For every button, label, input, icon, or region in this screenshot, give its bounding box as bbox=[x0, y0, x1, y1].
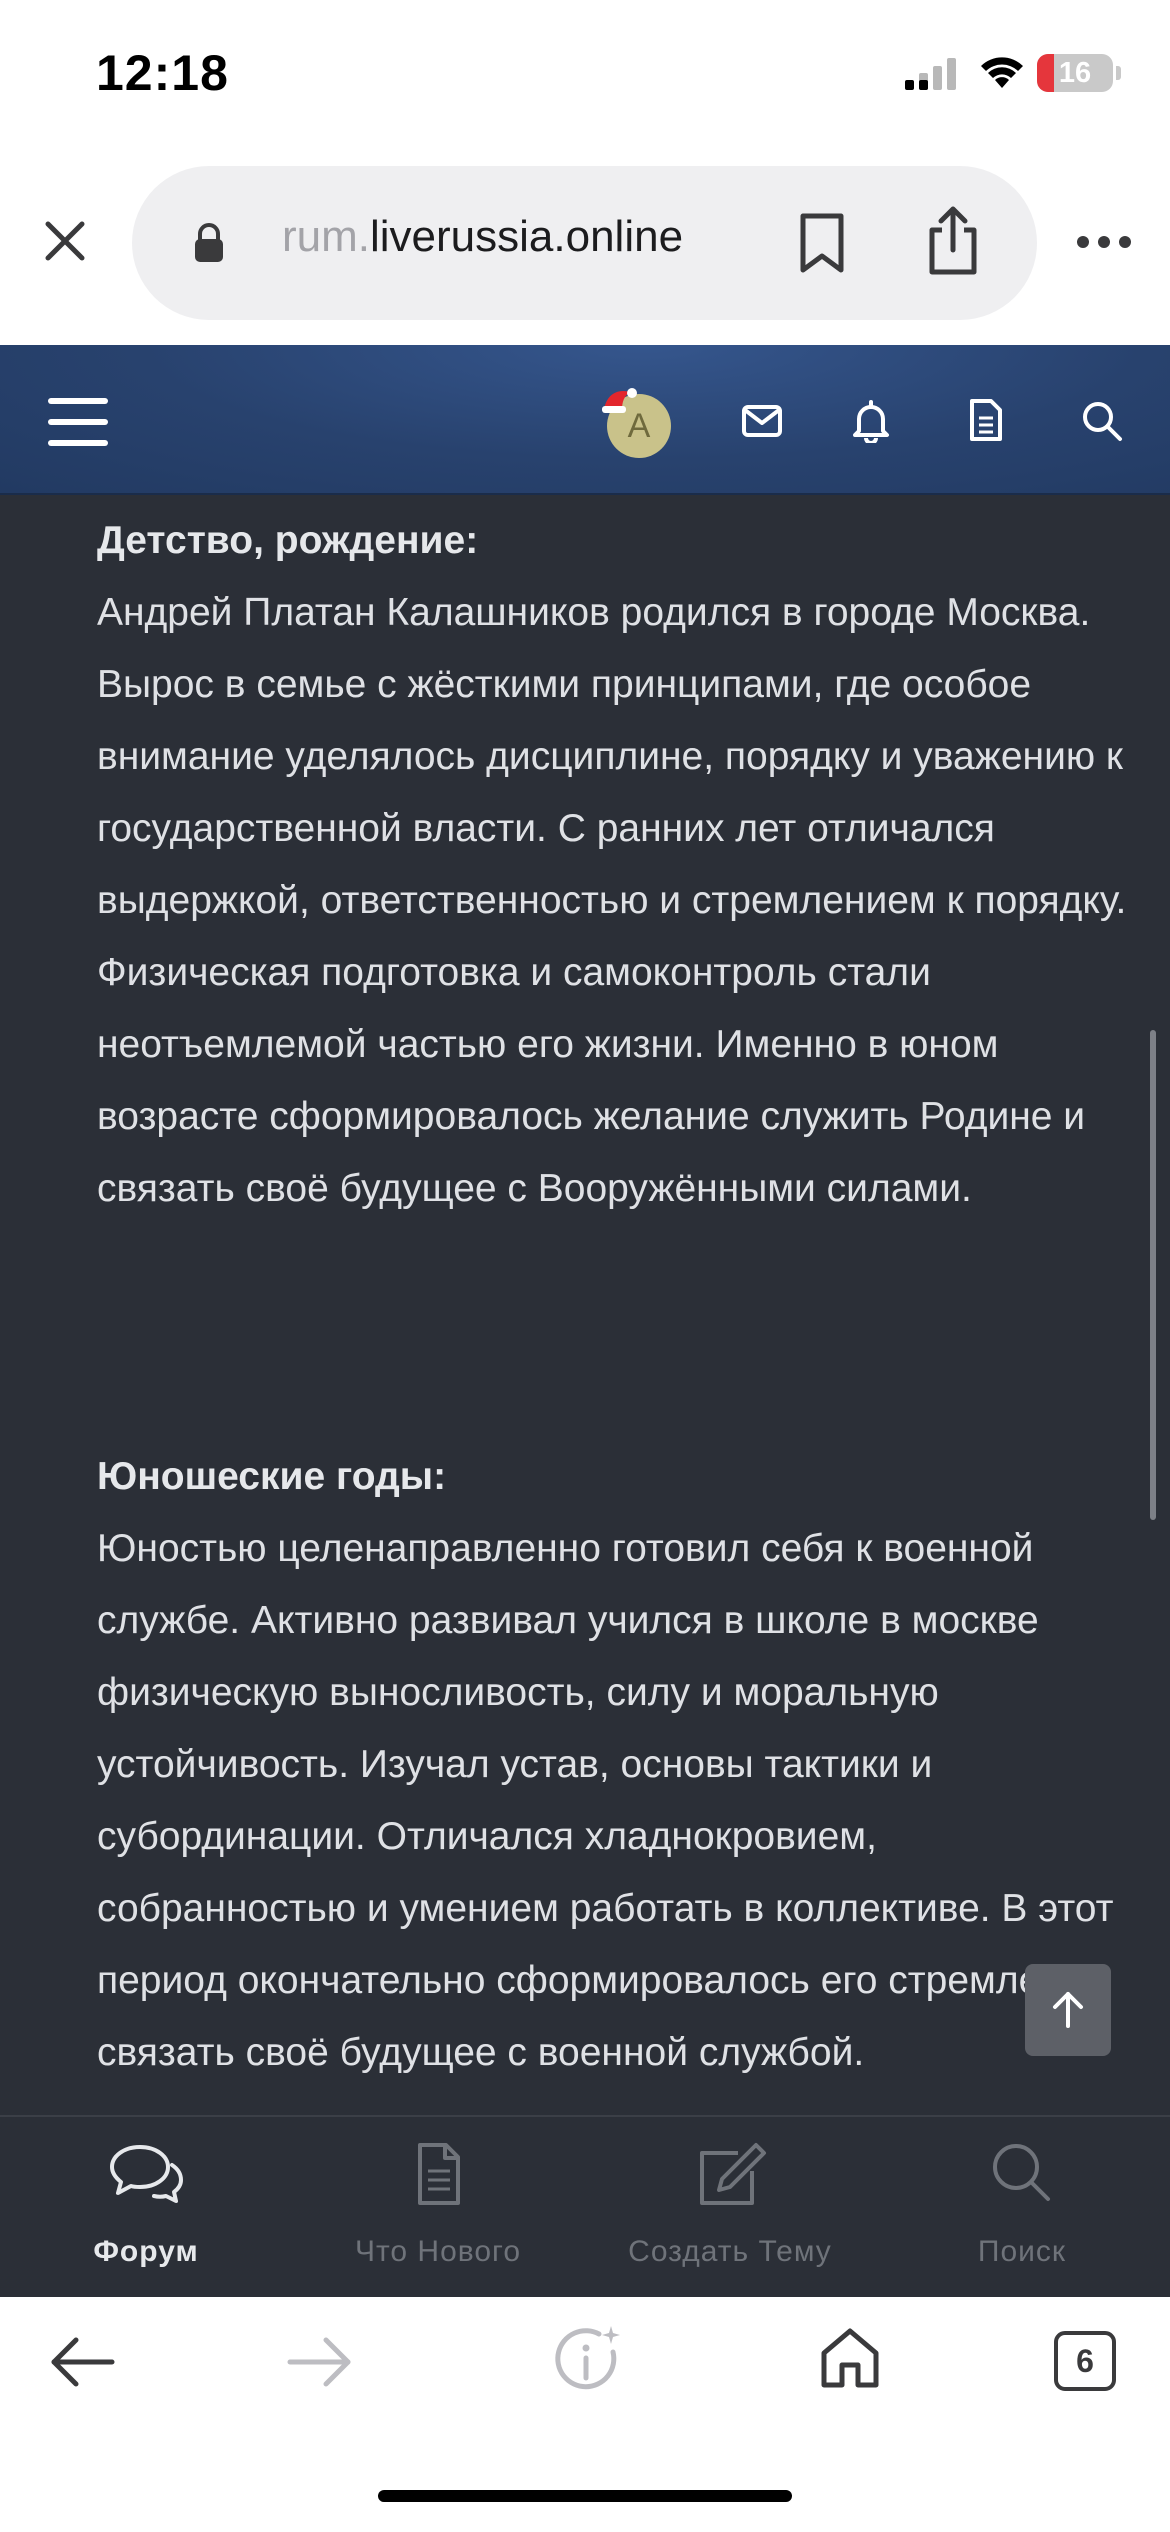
section-heading: Юношеские годы: bbox=[97, 1455, 447, 1498]
post-section: Детство, рождение: Андрей Платан Калашни… bbox=[97, 505, 1137, 1225]
back-icon[interactable] bbox=[48, 2334, 118, 2390]
tabs-icon[interactable]: 6 bbox=[1054, 2331, 1116, 2391]
scrollbar[interactable] bbox=[1150, 1030, 1156, 1520]
more-icon[interactable] bbox=[1076, 235, 1132, 249]
forum-tab-bar: Форум Что Нового Создать Тему Поиск bbox=[0, 2115, 1170, 2297]
url-domain: liverussia.online bbox=[370, 212, 684, 261]
url-text[interactable]: rum.liverussia.online bbox=[282, 212, 683, 262]
tab-label: Форум bbox=[93, 2235, 199, 2268]
santa-hat-icon bbox=[602, 388, 637, 413]
bookmark-icon[interactable] bbox=[795, 212, 849, 274]
menu-icon[interactable] bbox=[48, 398, 108, 446]
edit-icon bbox=[700, 2143, 766, 2205]
arrow-up-icon bbox=[1053, 1992, 1083, 2028]
battery-indicator: 16 bbox=[1037, 54, 1113, 92]
document-icon[interactable] bbox=[969, 398, 1003, 442]
tab-label: Создать Тему bbox=[628, 2235, 832, 2268]
search-icon[interactable] bbox=[1080, 399, 1124, 443]
document-icon bbox=[418, 2143, 460, 2205]
battery-nub bbox=[1116, 66, 1121, 80]
forward-icon[interactable] bbox=[284, 2334, 354, 2390]
scroll-to-top-button[interactable] bbox=[1025, 1964, 1111, 2056]
search-icon bbox=[993, 2144, 1050, 2201]
section-body: Андрей Платан Калашников родился в город… bbox=[97, 591, 1127, 1210]
home-icon[interactable] bbox=[818, 2325, 882, 2389]
chat-bubbles-icon bbox=[110, 2145, 183, 2203]
tab-create-topic[interactable]: Создать Тему bbox=[584, 2117, 876, 2299]
bell-icon[interactable] bbox=[851, 399, 891, 443]
tab-label: Что Нового bbox=[354, 2235, 522, 2268]
close-icon[interactable] bbox=[34, 210, 96, 272]
wifi-icon bbox=[981, 57, 1023, 88]
mail-icon[interactable] bbox=[741, 404, 783, 438]
section-body: Юностью целенаправленно готовил себя к в… bbox=[97, 1527, 1114, 2074]
url-prefix: rum. bbox=[282, 212, 370, 261]
tab-search[interactable]: Поиск bbox=[876, 2117, 1168, 2299]
status-time: 12:18 bbox=[96, 45, 229, 101]
tab-forum[interactable]: Форум bbox=[0, 2117, 292, 2299]
tab-label: Поиск bbox=[977, 2235, 1067, 2268]
post-content: Детство, рождение: Андрей Платан Калашни… bbox=[0, 495, 1170, 2115]
lock-icon bbox=[195, 223, 223, 262]
post-section: Юношеские годы: Юностью целенаправленно … bbox=[97, 1441, 1137, 2089]
cellular-signal-icon bbox=[905, 58, 956, 90]
home-indicator bbox=[378, 2490, 792, 2502]
tab-whats-new[interactable]: Что Нового bbox=[292, 2117, 584, 2299]
share-icon[interactable] bbox=[924, 204, 982, 278]
section-heading: Детство, рождение: bbox=[97, 519, 479, 562]
battery-level: 16 bbox=[1058, 57, 1092, 89]
info-sparkle-icon[interactable] bbox=[551, 2324, 621, 2394]
